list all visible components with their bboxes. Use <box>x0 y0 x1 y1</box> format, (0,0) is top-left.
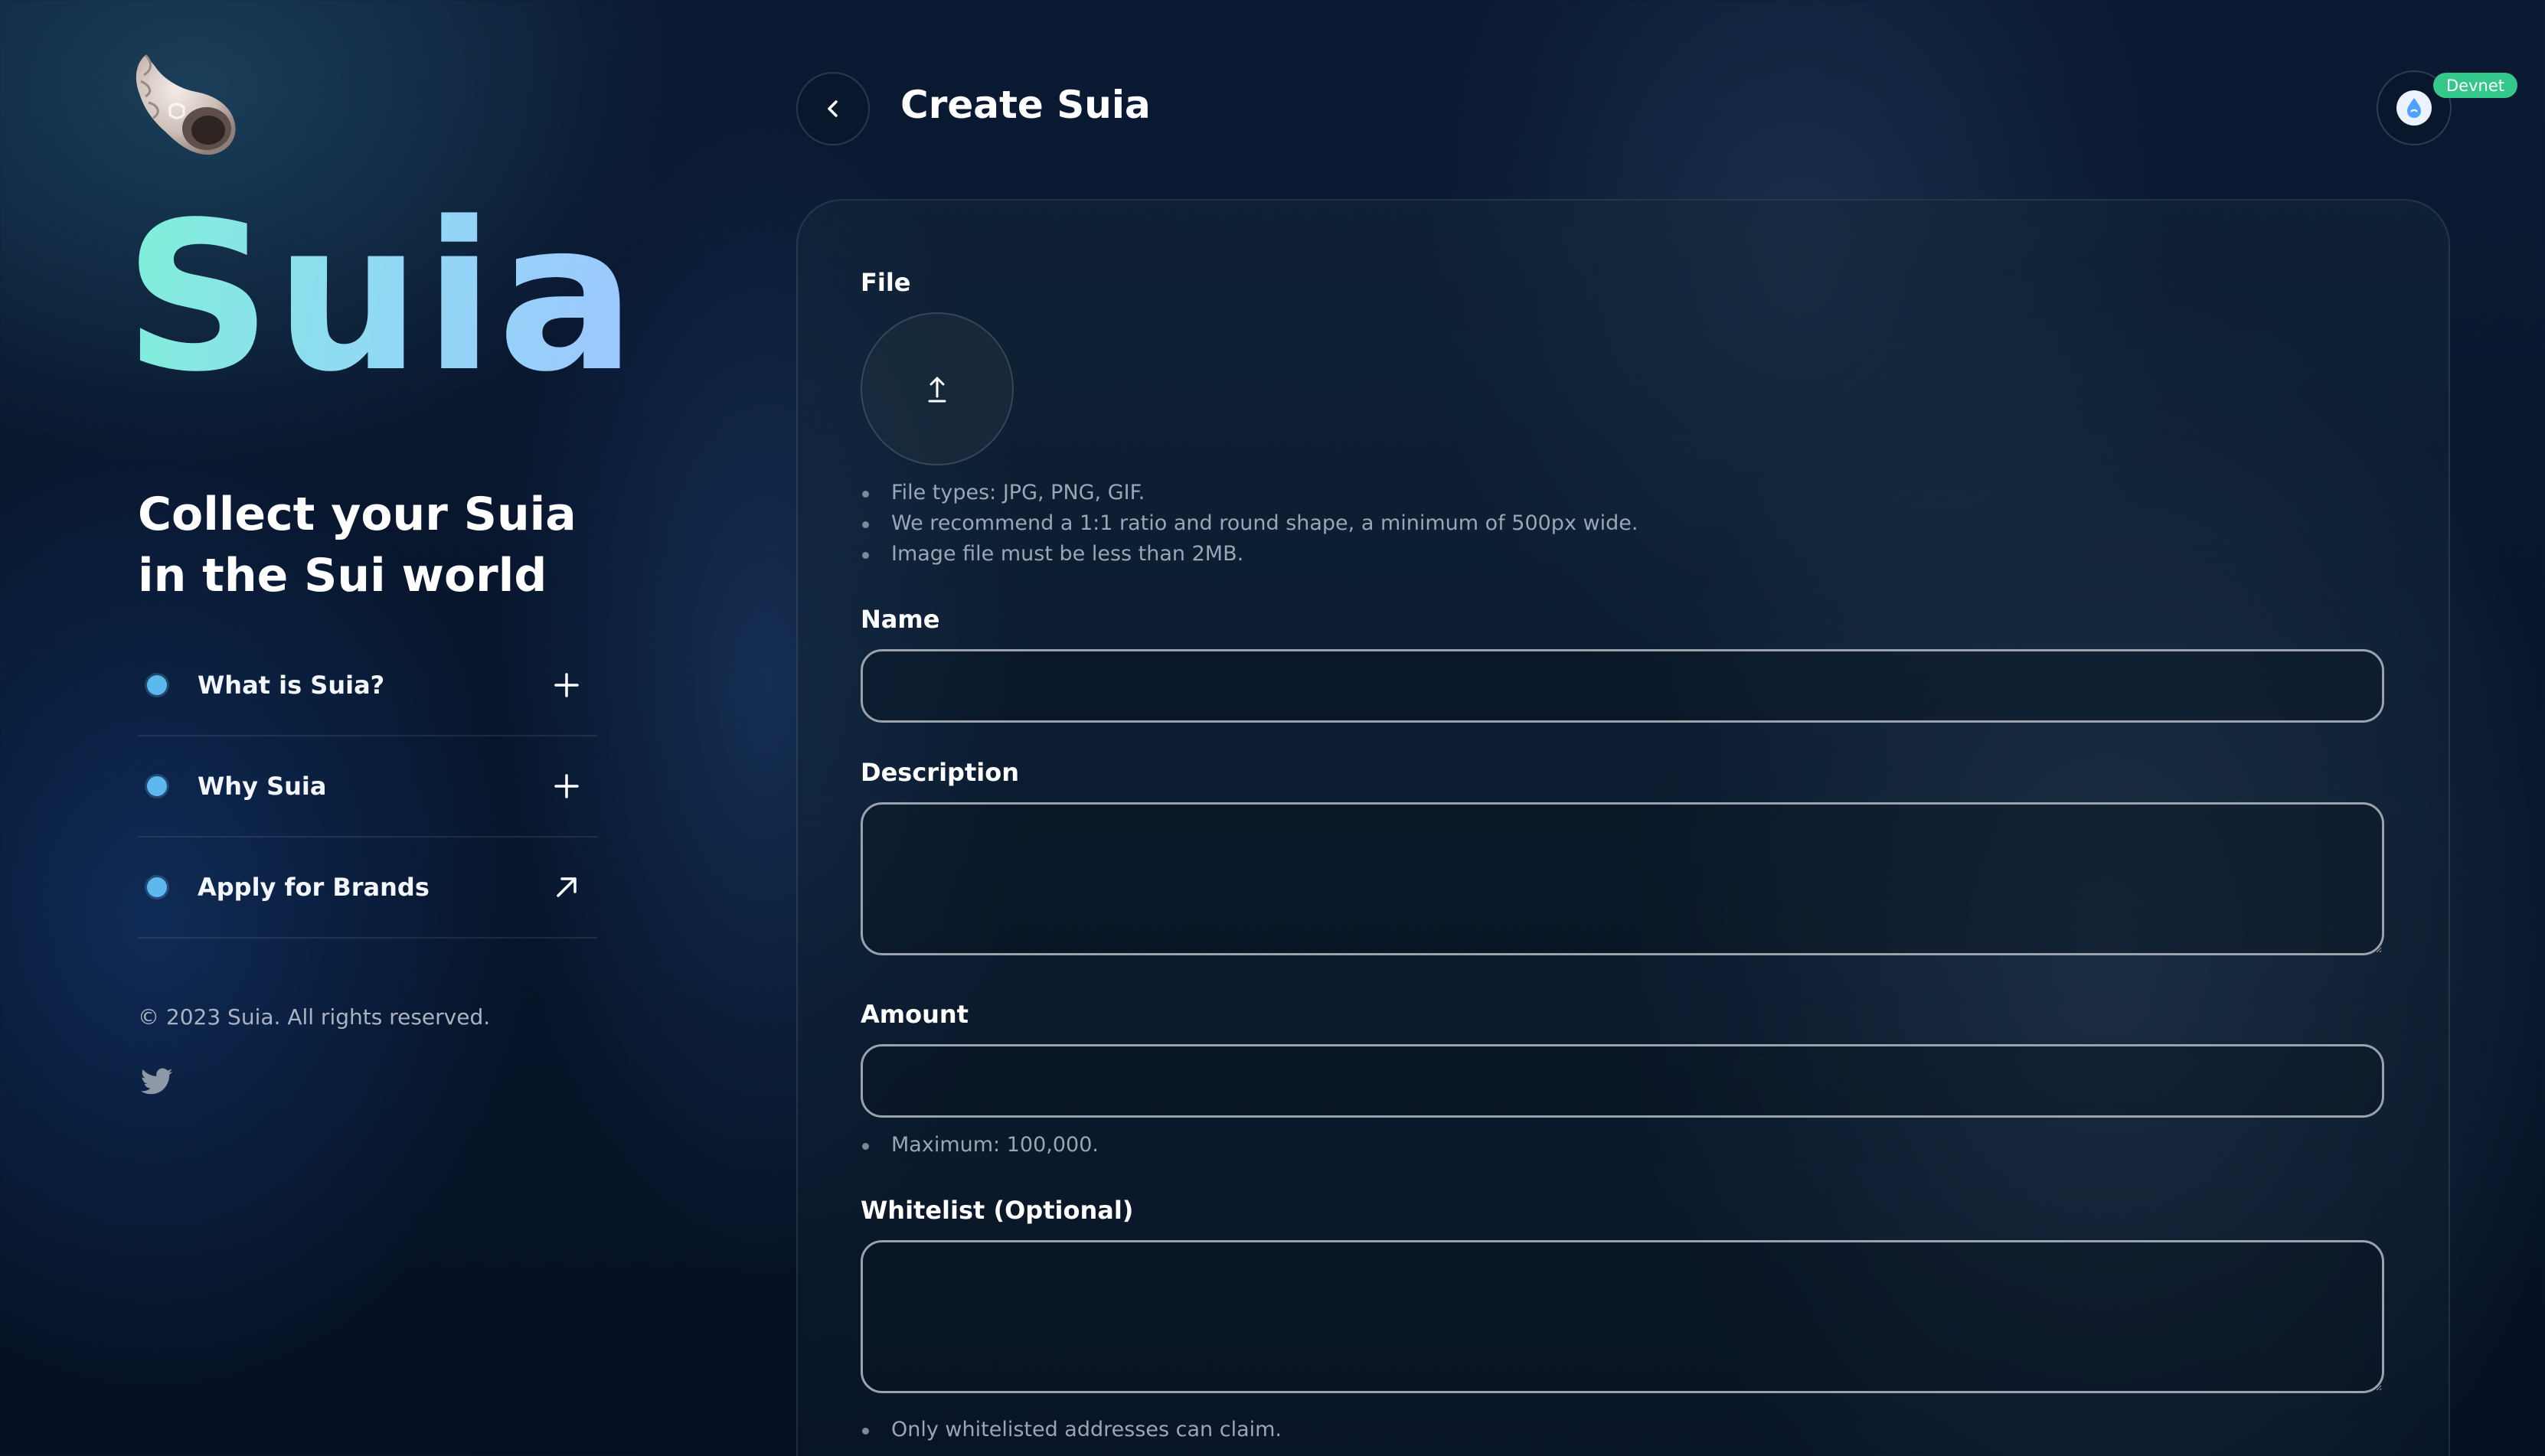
file-hint: We recommend a 1:1 ratio and round shape… <box>861 508 1638 539</box>
amount-hints: Maximum: 100,000. <box>861 1130 1099 1161</box>
whitelist-label: Whitelist (Optional) <box>861 1196 1134 1225</box>
page-title: Create Suia <box>900 83 1151 127</box>
name-label: Name <box>861 605 940 634</box>
back-button[interactable] <box>796 72 870 145</box>
twitter-icon[interactable] <box>141 1068 173 1095</box>
amount-label: Amount <box>861 1000 969 1029</box>
file-hint: Image file must be less than 2MB. <box>861 539 1638 570</box>
network-badge: Devnet <box>2433 73 2517 98</box>
faq-list: What is Suia? Why Suia Apply for Brands <box>138 635 597 939</box>
wallet-avatar <box>2396 90 2432 126</box>
description-textarea[interactable] <box>861 802 2384 955</box>
faq-item-label: What is Suia? <box>198 671 385 700</box>
name-input[interactable] <box>861 649 2384 723</box>
faq-item-what-is-suia[interactable]: What is Suia? <box>138 635 597 736</box>
chevron-left-icon <box>828 100 838 117</box>
file-upload-button[interactable] <box>861 312 1014 465</box>
external-arrow-icon[interactable] <box>551 872 582 903</box>
plus-icon[interactable] <box>551 771 582 801</box>
sui-drop-icon <box>2407 98 2421 118</box>
tagline: Collect your Suia in the Sui world <box>138 488 577 602</box>
description-label: Description <box>861 758 1019 787</box>
faq-item-why-suia[interactable]: Why Suia <box>138 736 597 837</box>
amount-hint: Maximum: 100,000. <box>861 1130 1099 1161</box>
amount-input[interactable] <box>861 1044 2384 1118</box>
whitelist-hint: Only whitelisted addresses can claim. <box>861 1415 1282 1445</box>
whitelist-hints: Only whitelisted addresses can claim. <box>861 1415 1282 1445</box>
file-hint: File types: JPG, PNG, GIF. <box>861 478 1638 508</box>
plus-icon[interactable] <box>551 670 582 700</box>
bullet-dot <box>147 675 167 695</box>
file-label: File <box>861 268 911 297</box>
whitelist-textarea[interactable] <box>861 1240 2384 1393</box>
faq-item-label: Apply for Brands <box>198 873 430 902</box>
copyright-text: © 2023 Suia. All rights reserved. <box>138 1004 491 1030</box>
faq-item-label: Why Suia <box>198 772 327 801</box>
faq-item-apply-for-brands[interactable]: Apply for Brands <box>138 837 597 939</box>
brand-wordmark: Suia <box>124 178 639 417</box>
bullet-dot <box>147 776 167 796</box>
upload-arrow-icon <box>928 377 946 403</box>
bullet-dot <box>147 877 167 897</box>
shell-logo-icon <box>136 54 236 155</box>
file-hints: File types: JPG, PNG, GIF. We recommend … <box>861 478 1638 570</box>
